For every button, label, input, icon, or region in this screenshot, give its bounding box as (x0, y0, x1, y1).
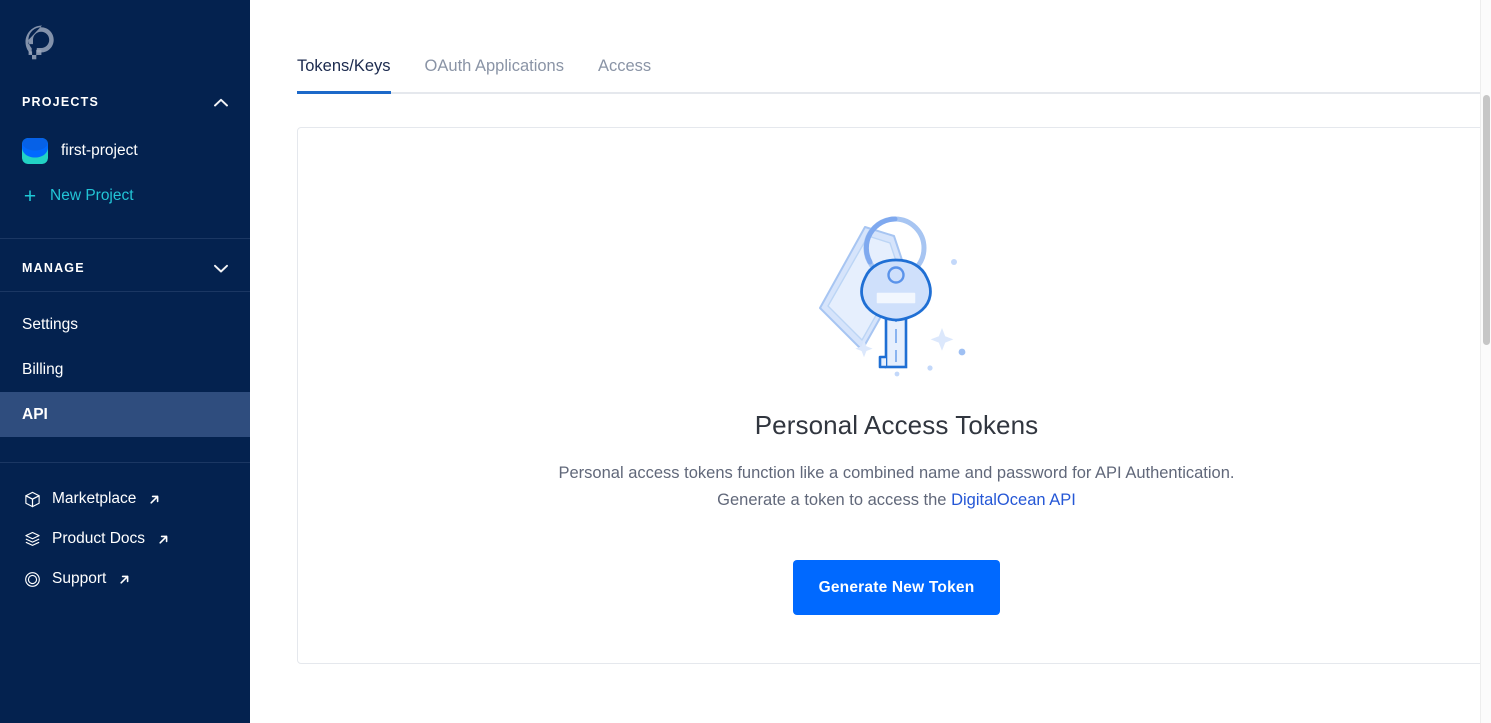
manage-nav-list: Settings Billing API (0, 292, 250, 437)
tab-label: OAuth Applications (424, 57, 564, 75)
scrollbar-thumb[interactable] (1483, 95, 1490, 345)
tab-label: Tokens/Keys (297, 57, 391, 75)
sidebar: PROJECTS first-project + New Project MAN… (0, 0, 250, 723)
chevron-up-icon[interactable] (214, 98, 228, 107)
tab-oauth-applications[interactable]: OAuth Applications (425, 57, 564, 94)
vertical-scrollbar[interactable] (1480, 0, 1491, 723)
tab-bar: Tokens/Keys OAuth Applications Access (250, 0, 1491, 94)
external-link-label: Support (52, 570, 107, 587)
sidebar-section-manage[interactable]: MANAGE (0, 245, 250, 291)
sidebar-item-label: Settings (22, 315, 79, 333)
tab-access[interactable]: Access (598, 57, 651, 94)
new-project-button[interactable]: + New Project (0, 176, 250, 216)
sidebar-item-first-project[interactable]: first-project (0, 130, 250, 172)
external-links-list: Marketplace Product Docs Support (0, 463, 250, 599)
key-illustration-icon (818, 216, 965, 377)
sidebar-item-label: API (22, 405, 48, 423)
external-link-label: Marketplace (52, 490, 137, 507)
projects-section-label: PROJECTS (22, 95, 99, 109)
new-project-label: New Project (50, 187, 134, 204)
project-icon (22, 138, 48, 164)
generate-new-token-button[interactable]: Generate New Token (792, 560, 1001, 615)
external-link-arrow-icon (150, 495, 159, 504)
layers-icon (25, 531, 40, 546)
tab-label: Access (597, 57, 652, 75)
chevron-down-icon[interactable] (214, 264, 228, 273)
cube-icon (25, 491, 40, 507)
external-link-label: Product Docs (52, 530, 146, 547)
empty-state-card: Personal Access Tokens Personal access t… (297, 127, 1491, 664)
sidebar-divider-1 (0, 238, 250, 239)
sidebar-item-marketplace[interactable]: Marketplace (0, 479, 250, 519)
sidebar-item-support[interactable]: Support (0, 559, 250, 599)
sidebar-item-billing[interactable]: Billing (0, 347, 250, 392)
page-title: Personal Access Tokens (754, 410, 1039, 440)
plus-icon: + (23, 184, 37, 208)
logo-container[interactable] (0, 0, 250, 74)
sidebar-section-projects[interactable]: PROJECTS (0, 82, 250, 122)
sidebar-item-product-docs[interactable]: Product Docs (0, 519, 250, 559)
sidebar-item-settings[interactable]: Settings (0, 302, 250, 347)
external-link-arrow-icon (159, 535, 168, 544)
sidebar-item-api[interactable]: API (0, 392, 250, 437)
tab-tokens-keys[interactable]: Tokens/Keys (297, 57, 391, 94)
main-content: Tokens/Keys OAuth Applications Access Pe… (250, 0, 1491, 723)
empty-state-description: Personal access tokens function like a c… (552, 460, 1242, 514)
description-text: Personal access tokens function like a c… (558, 464, 1235, 509)
lifebuoy-icon (25, 571, 40, 587)
project-label: first-project (61, 142, 138, 159)
digitalocean-logo-icon (25, 25, 54, 60)
manage-section-label: MANAGE (22, 261, 85, 275)
digitalocean-api-link[interactable]: DigitalOcean API (951, 491, 1076, 509)
sidebar-item-label: Billing (22, 360, 64, 378)
external-link-arrow-icon (120, 575, 129, 584)
app-root: PROJECTS first-project + New Project MAN… (0, 0, 1491, 723)
